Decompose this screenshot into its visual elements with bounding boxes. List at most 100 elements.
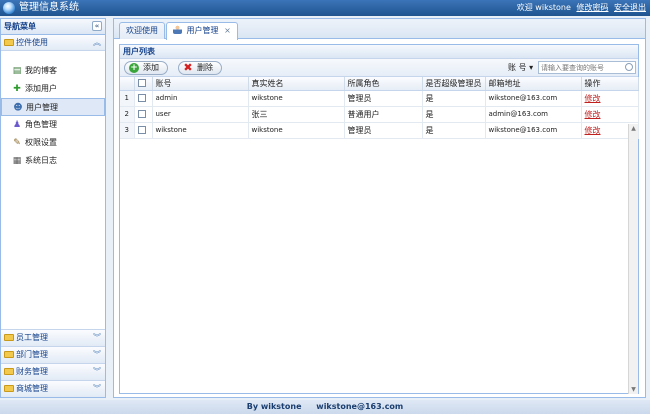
tab-bar: 欢迎使用 用户管理 ×	[114, 19, 645, 40]
column-header-super[interactable]: 是否超级管理员	[422, 77, 486, 91]
row-checkbox[interactable]	[137, 110, 146, 118]
table-row[interactable]: 1 admin wikstone 管理员 是 wikstone@163.com …	[120, 90, 639, 107]
page-footer: By wikstone wikstone@163.com	[0, 400, 650, 414]
sidebar-group-mall[interactable]: 商城管理 ︾	[1, 380, 105, 397]
row-select-cell	[134, 90, 153, 107]
user-list-panel: 用户列表 + 添加 ✖ 删除 账 号 ▾ 请输入要查询的账号 账号 真实姓名 所…	[119, 44, 639, 394]
table-row[interactable]: 2 user 张三 普通用户 是 admin@163.com 修改	[120, 106, 639, 123]
edit-link[interactable]: 修改	[585, 126, 601, 135]
row-checkbox[interactable]	[137, 126, 146, 134]
sidebar-item-my-blog[interactable]: ▤ 我的博客	[1, 62, 105, 80]
column-header-account[interactable]: 账号	[152, 77, 249, 91]
cell-super: 是	[422, 106, 486, 123]
column-header-name[interactable]: 真实姓名	[248, 77, 345, 91]
column-header-role[interactable]: 所属角色	[344, 77, 423, 91]
row-checkbox[interactable]	[137, 94, 146, 102]
app-title: 管理信息系统	[19, 2, 79, 13]
role-icon: ♟	[12, 120, 22, 130]
tab-welcome[interactable]: 欢迎使用	[119, 22, 165, 39]
header-user-area: 欢迎 wikstone 修改密码 安全退出	[517, 1, 646, 15]
sidebar-group-controls[interactable]: 控件使用 ︽	[1, 35, 105, 51]
sidebar-item-label: 角色管理	[25, 120, 57, 129]
sidebar-bottom-groups: 员工管理 ︾ 部门管理 ︾ 财务管理 ︾ 商城管理 ︾	[1, 329, 105, 397]
cell-account: user	[152, 106, 249, 123]
cell-name: 张三	[248, 106, 345, 123]
sidebar-item-permission-settings[interactable]: ✎ 权限设置	[1, 134, 105, 152]
edit-link[interactable]: 修改	[585, 94, 601, 103]
close-icon[interactable]: ×	[224, 26, 231, 35]
edit-link[interactable]: 修改	[585, 110, 601, 119]
table-row[interactable]: 3 wikstone wikstone 管理员 是 wikstone@163.c…	[120, 122, 639, 139]
cell-role: 管理员	[344, 90, 423, 107]
delete-x-icon: ✖	[183, 61, 193, 74]
add-user-icon: ✚	[13, 84, 21, 94]
search-input[interactable]	[538, 61, 636, 74]
tab-user-management[interactable]: 用户管理 ×	[166, 22, 238, 40]
cell-email: wikstone@163.com	[485, 122, 582, 139]
group-label: 部门管理	[16, 350, 48, 359]
delete-button[interactable]: ✖ 删除	[178, 61, 222, 75]
search-icon[interactable]	[625, 63, 633, 71]
group-label: 商城管理	[16, 384, 48, 393]
sidebar-item-role-management[interactable]: ♟ 角色管理	[1, 116, 105, 134]
chevron-down-icon: ︾	[93, 367, 101, 376]
sidebar-group-finance[interactable]: 财务管理 ︾	[1, 363, 105, 380]
sidebar-item-add-user[interactable]: ✚ 添加用户	[1, 80, 105, 98]
tab-label: 用户管理	[186, 26, 219, 35]
sidebar-group-staff[interactable]: 员工管理 ︾	[1, 329, 105, 346]
sidebar-menu: ▤ 我的博客 ✚ 添加用户 ☻ 用户管理 ♟ 角色管理 ✎ 权限设置 ▦ 系统日…	[1, 51, 105, 170]
add-button[interactable]: + 添加	[124, 61, 168, 75]
grid-toolbar: + 添加 ✖ 删除 账 号 ▾	[120, 59, 638, 77]
cell-name: wikstone	[248, 90, 345, 107]
folder-icon	[4, 39, 14, 46]
cell-role: 普通用户	[344, 106, 423, 123]
sidebar-item-system-log[interactable]: ▦ 系统日志	[1, 152, 105, 170]
chevron-up-icon: ︽	[93, 38, 101, 47]
select-all-header	[134, 77, 153, 91]
logout-link[interactable]: 安全退出	[614, 3, 646, 12]
chevron-down-icon: ︾	[93, 350, 101, 359]
tab-label: 欢迎使用	[126, 26, 158, 35]
row-number: 1	[120, 90, 135, 107]
row-select-cell	[134, 106, 153, 123]
caret-down-icon: ▾	[529, 63, 534, 72]
welcome-text: 欢迎 wikstone	[516, 3, 571, 12]
delete-button-label: 删除	[197, 63, 213, 72]
main-content: 欢迎使用 用户管理 × 用户列表 + 添加 ✖ 删除 账 号 ▾ 请输入要查询的…	[113, 18, 646, 398]
group-label: 控件使用	[16, 38, 48, 47]
scroll-down-icon[interactable]: ▼	[630, 386, 637, 393]
plus-icon: +	[129, 63, 139, 73]
cell-email: wikstone@163.com	[485, 90, 582, 107]
vertical-scrollbar[interactable]: ▲ ▼	[628, 124, 638, 394]
cell-super: 是	[422, 122, 486, 139]
change-password-link[interactable]: 修改密码	[576, 3, 608, 12]
sidebar-item-label: 权限设置	[25, 138, 57, 147]
sidebar-item-user-management[interactable]: ☻ 用户管理	[1, 98, 105, 116]
cell-account: admin	[152, 90, 249, 107]
collapse-sidebar-button[interactable]: «	[92, 21, 102, 31]
sidebar-item-label: 我的博客	[25, 66, 57, 75]
chevron-down-icon: ︾	[93, 333, 101, 342]
panel-title: 用户列表	[120, 45, 638, 59]
sidebar-group-department[interactable]: 部门管理 ︾	[1, 346, 105, 363]
search-field-select[interactable]: 账 号 ▾	[508, 62, 533, 74]
cell-name: wikstone	[248, 122, 345, 139]
group-label: 财务管理	[16, 367, 48, 376]
sidebar-header: 导航菜单 «	[1, 19, 105, 35]
sidebar-item-label: 用户管理	[26, 103, 58, 112]
app-logo-icon	[3, 2, 15, 14]
folder-icon	[4, 385, 14, 392]
add-button-label: 添加	[143, 63, 159, 72]
sidebar-title: 导航菜单	[4, 22, 36, 31]
folder-icon	[4, 368, 14, 375]
select-all-checkbox[interactable]	[137, 79, 146, 88]
user-icon	[173, 25, 182, 34]
user-icon: ☻	[13, 103, 23, 113]
footer-author: By wikstone	[246, 402, 302, 411]
scroll-up-icon[interactable]: ▲	[630, 125, 637, 132]
cell-role: 管理员	[344, 122, 423, 139]
folder-icon	[4, 334, 14, 341]
cell-action: 修改	[581, 90, 639, 107]
folder-icon	[4, 351, 14, 358]
column-header-email[interactable]: 邮箱地址	[485, 77, 582, 91]
